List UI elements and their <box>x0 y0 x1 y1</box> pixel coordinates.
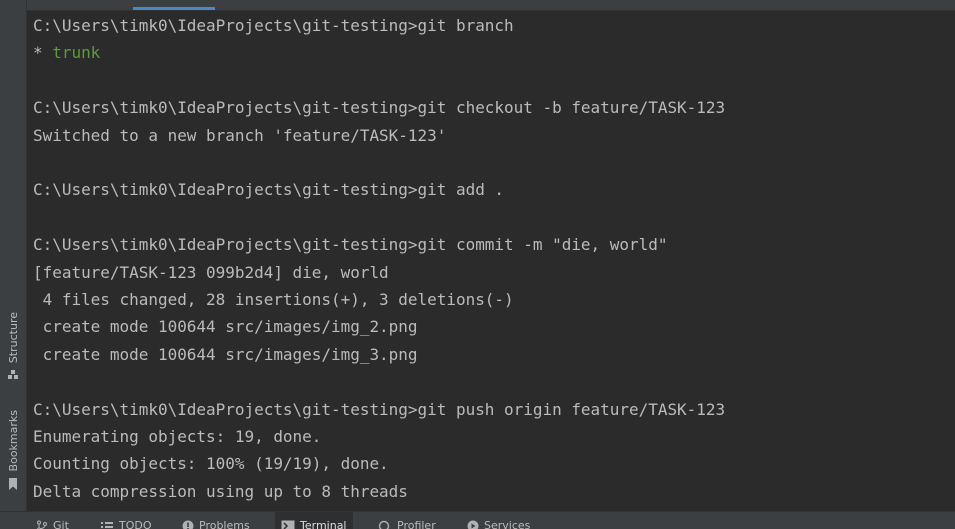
terminal-text: Counting objects: 100% (19/19), done. <box>33 454 389 473</box>
ide-window: Structure Bookmarks C:\Users\timk0\IdeaP… <box>0 0 955 529</box>
tab-label: TODO <box>119 519 152 529</box>
terminal-line: C:\Users\timk0\IdeaProjects\git-testing>… <box>33 94 725 121</box>
terminal-text: Switched to a new branch 'feature/TASK-1… <box>33 126 447 145</box>
bookmark-icon <box>7 477 19 491</box>
terminal-line: Enumerating objects: 19, done. <box>33 423 321 450</box>
left-tool-strip: Structure Bookmarks <box>0 0 27 511</box>
services-icon <box>467 520 479 529</box>
structure-icon <box>7 369 19 381</box>
tab-problems[interactable]: Problems <box>176 512 256 529</box>
tab-label: Problems <box>199 519 250 529</box>
structure-tool-button[interactable]: Structure <box>0 312 26 381</box>
list-icon <box>100 520 114 529</box>
tab-label: Terminal <box>300 519 347 529</box>
terminal-text: Enumerating objects: 19, done. <box>33 427 322 446</box>
profiler-icon <box>378 520 392 529</box>
bookmarks-label: Bookmarks <box>6 410 20 472</box>
terminal-text: create mode 100644 src/images/img_3.png <box>33 345 418 364</box>
problems-icon <box>182 520 194 529</box>
terminal-line: Counting objects: 100% (19/19), done. <box>33 450 389 477</box>
terminal-text: C:\Users\timk0\IdeaProjects\git-testing>… <box>33 98 726 117</box>
terminal-text: C:\Users\timk0\IdeaProjects\git-testing>… <box>33 180 505 199</box>
terminal-icon <box>281 520 295 529</box>
terminal-tab-header <box>27 0 955 11</box>
tab-label: Services <box>484 519 531 529</box>
terminal-line: C:\Users\timk0\IdeaProjects\git-testing>… <box>33 231 667 258</box>
tab-profiler[interactable]: Profiler <box>372 512 442 529</box>
structure-label: Structure <box>6 312 20 364</box>
tab-label: Git <box>53 519 69 529</box>
git-branch-icon <box>36 520 48 529</box>
terminal-text: [feature/TASK-123 099b2d4] die, world <box>33 263 389 282</box>
terminal-text: create mode 100644 src/images/img_2.png <box>33 317 418 336</box>
tab-git[interactable]: Git <box>30 512 75 529</box>
active-tab-indicator <box>133 7 215 10</box>
terminal-text: * <box>33 43 53 62</box>
terminal-line: Delta compression using up to 8 threads <box>33 478 408 505</box>
tab-services[interactable]: Services <box>461 512 536 529</box>
terminal-line: create mode 100644 src/images/img_3.png <box>33 341 418 368</box>
terminal-text: C:\Users\timk0\IdeaProjects\git-testing>… <box>33 16 514 35</box>
terminal-text: 4 files changed, 28 insertions(+), 3 del… <box>33 290 514 309</box>
terminal-line: * trunk <box>33 39 100 66</box>
tab-todo[interactable]: TODO <box>94 512 158 529</box>
bottom-tool-window-bar: Git TODO Problems Terminal Profiler Services <box>0 511 955 529</box>
terminal-output[interactable]: C:\Users\timk0\IdeaProjects\git-testing>… <box>27 12 955 511</box>
terminal-line: C:\Users\timk0\IdeaProjects\git-testing>… <box>33 176 504 203</box>
current-branch-name: trunk <box>52 43 101 62</box>
terminal-text: Delta compression using up to 8 threads <box>33 482 408 501</box>
terminal-text: C:\Users\timk0\IdeaProjects\git-testing>… <box>33 235 668 254</box>
terminal-line: C:\Users\timk0\IdeaProjects\git-testing>… <box>33 396 725 423</box>
terminal-line: Switched to a new branch 'feature/TASK-1… <box>33 122 446 149</box>
bookmarks-tool-button[interactable]: Bookmarks <box>0 410 26 491</box>
tab-label: Profiler <box>397 519 436 529</box>
terminal-line: 4 files changed, 28 insertions(+), 3 del… <box>33 286 514 313</box>
terminal-line: [feature/TASK-123 099b2d4] die, world <box>33 259 389 286</box>
tab-terminal[interactable]: Terminal <box>275 512 353 529</box>
terminal-line: C:\Users\timk0\IdeaProjects\git-testing>… <box>33 12 514 39</box>
terminal-text: C:\Users\timk0\IdeaProjects\git-testing>… <box>33 400 726 419</box>
terminal-line: create mode 100644 src/images/img_2.png <box>33 313 418 340</box>
